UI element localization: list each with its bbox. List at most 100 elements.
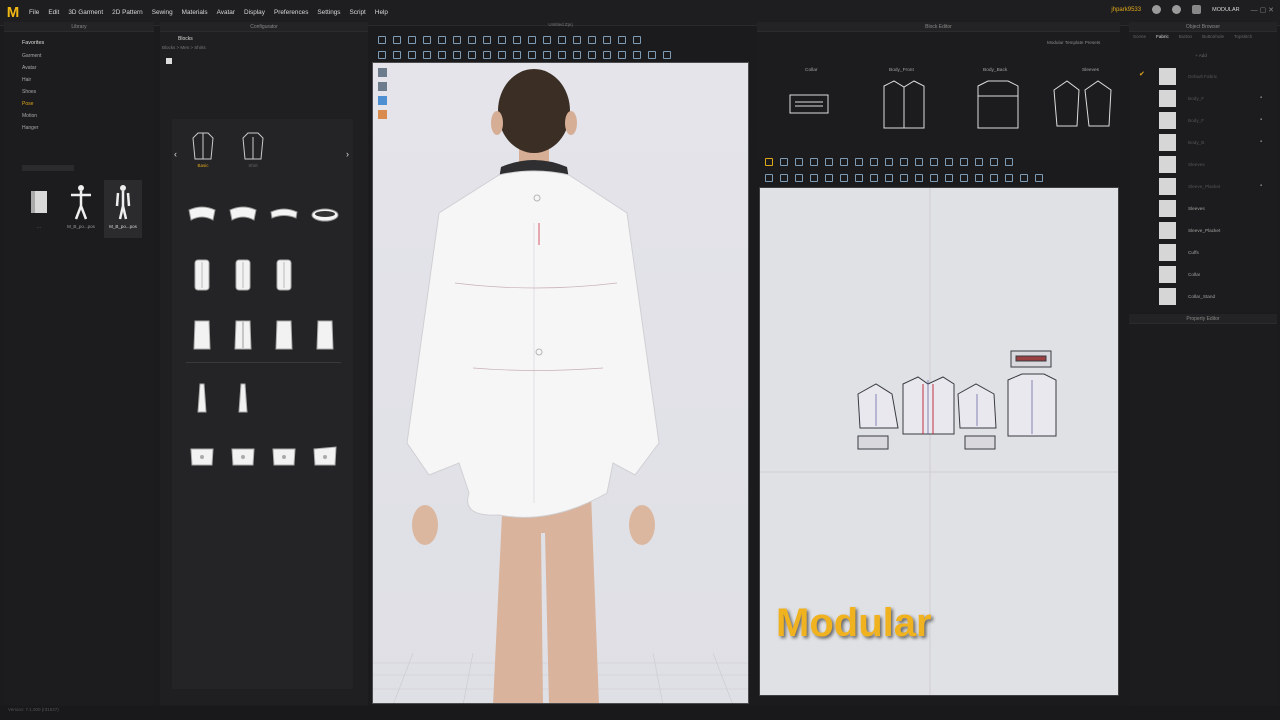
favorite-shoes[interactable]: Shoes <box>22 89 44 101</box>
add-fabric-button[interactable]: + Add <box>1195 53 1207 58</box>
fabric-item[interactable]: Sleeve_Placket ▪ <box>1159 177 1262 195</box>
favorite-hanger[interactable]: Hanger <box>22 125 44 137</box>
menu-sewing[interactable]: Sewing <box>152 9 173 16</box>
favorite-garment[interactable]: Garment <box>22 53 44 65</box>
tool-icon[interactable] <box>498 35 506 44</box>
cuff-option-3[interactable] <box>268 437 300 477</box>
tool-icon[interactable] <box>378 50 386 59</box>
pattern-tool-icon[interactable] <box>975 173 983 182</box>
pattern-tool-icon[interactable] <box>825 157 833 166</box>
trash-icon[interactable]: ▪ <box>1260 95 1262 101</box>
settings-icon[interactable] <box>1192 5 1202 14</box>
tool-icon[interactable] <box>513 35 521 44</box>
window-controls[interactable]: — ▢ ✕ <box>1251 6 1274 14</box>
collar-block-thumb[interactable] <box>787 92 831 116</box>
menu-edit[interactable]: Edit <box>48 9 59 16</box>
pattern-tool-icon[interactable] <box>825 173 833 182</box>
pattern-tool-icon[interactable] <box>1005 173 1013 182</box>
trash-icon[interactable]: ▪ <box>1260 117 1262 123</box>
pattern-tool-icon[interactable] <box>765 157 773 166</box>
back-option-3[interactable] <box>268 315 300 355</box>
pattern-tool-icon[interactable] <box>990 157 998 166</box>
help-icon[interactable] <box>1172 5 1182 14</box>
template-presets-button[interactable]: Modular Template Presets <box>1047 40 1100 45</box>
fabric-item[interactable]: Cuffs <box>1159 243 1248 261</box>
back-option-2[interactable] <box>227 315 259 355</box>
trash-icon[interactable]: ▪ <box>1260 139 1262 145</box>
tool-icon[interactable] <box>558 35 566 44</box>
library-thumb-pose-1[interactable]: M_B_po...pos <box>62 180 100 238</box>
tab-blocks[interactable]: Blocks <box>178 36 193 42</box>
pattern-tool-icon[interactable] <box>855 157 863 166</box>
pattern-tool-icon[interactable] <box>990 173 998 182</box>
tool-icon[interactable] <box>408 50 416 59</box>
tool-icon[interactable] <box>648 50 656 59</box>
front-option-3[interactable] <box>268 255 300 295</box>
front-option-1[interactable] <box>186 255 218 295</box>
body-back-block-thumb[interactable] <box>973 78 1023 132</box>
front-option-2[interactable] <box>227 255 259 295</box>
tool-icon[interactable] <box>408 35 416 44</box>
tool-icon[interactable] <box>453 35 461 44</box>
favorite-motion[interactable]: Motion <box>22 113 44 125</box>
pattern-tool-icon[interactable] <box>930 173 938 182</box>
library-thumb-pose-2[interactable]: M_B_po...pos <box>104 180 142 238</box>
pattern-tool-icon[interactable] <box>870 173 878 182</box>
pattern-tool-icon[interactable] <box>1005 157 1013 166</box>
menu-help[interactable]: Help <box>375 9 388 16</box>
pattern-tool-icon[interactable] <box>870 157 878 166</box>
trash-icon[interactable]: ▪ <box>1260 183 1262 189</box>
tool-icon[interactable] <box>528 50 536 59</box>
back-option-4[interactable] <box>309 315 341 355</box>
prev-arrow-icon[interactable]: ‹ <box>174 149 177 159</box>
fabric-item[interactable]: Sleeves <box>1159 155 1248 173</box>
pattern-tool-icon[interactable] <box>765 173 773 182</box>
fabric-item[interactable]: Sleeves <box>1159 199 1248 217</box>
fabric-item[interactable]: Default Fabric <box>1159 67 1248 85</box>
fabric-item[interactable]: Body_F ▪ <box>1159 111 1262 129</box>
tool-icon[interactable] <box>423 35 431 44</box>
tool-icon[interactable] <box>618 35 626 44</box>
pattern-tool-icon[interactable] <box>780 173 788 182</box>
tool-icon[interactable] <box>618 50 626 59</box>
pattern-tool-icon[interactable] <box>1020 173 1028 182</box>
pattern-tool-icon[interactable] <box>945 157 953 166</box>
pattern-tool-icon[interactable] <box>795 157 803 166</box>
library-thumb-folder[interactable]: ... <box>20 180 58 238</box>
tool-icon[interactable] <box>543 50 551 59</box>
tool-icon[interactable] <box>603 35 611 44</box>
pattern-tool-icon[interactable] <box>840 157 848 166</box>
pattern-tool-icon[interactable] <box>780 157 788 166</box>
pattern-tool-icon[interactable] <box>930 157 938 166</box>
fabric-item[interactable]: Body_F ▪ <box>1159 89 1262 107</box>
tool-icon[interactable] <box>588 50 596 59</box>
tool-icon[interactable] <box>528 35 536 44</box>
pattern-tool-icon[interactable] <box>960 173 968 182</box>
tool-icon[interactable] <box>453 50 461 59</box>
pattern-tool-icon[interactable] <box>900 157 908 166</box>
tool-icon[interactable] <box>633 35 641 44</box>
pattern-tool-icon[interactable] <box>915 157 923 166</box>
style-shirt[interactable]: Shirt <box>242 131 264 177</box>
pattern-tool-icon[interactable] <box>960 157 968 166</box>
tab-fabric[interactable]: Fabric <box>1156 34 1169 39</box>
pattern-tool-icon[interactable] <box>840 173 848 182</box>
sleeves-block-thumb[interactable] <box>1049 78 1119 132</box>
tool-icon[interactable] <box>543 35 551 44</box>
pattern-tool-icon[interactable] <box>975 157 983 166</box>
pattern-tool-icon[interactable] <box>810 173 818 182</box>
cuff-option-2[interactable] <box>227 437 259 477</box>
cloud-icon[interactable] <box>1152 5 1162 14</box>
tool-icon[interactable] <box>393 35 401 44</box>
tool-icon[interactable] <box>498 50 506 59</box>
fabric-item[interactable]: Collar_Stand <box>1159 287 1248 305</box>
tool-icon[interactable] <box>468 35 476 44</box>
tool-icon[interactable] <box>393 50 401 59</box>
menu-3d-garment[interactable]: 3D Garment <box>68 9 103 16</box>
cuff-option-1[interactable] <box>186 437 218 477</box>
user-name[interactable]: jhpark9533 <box>1111 7 1141 13</box>
menu-avatar[interactable]: Avatar <box>217 9 235 16</box>
tab-scene[interactable]: Scene <box>1133 34 1146 39</box>
tool-icon[interactable] <box>663 50 671 59</box>
tool-icon[interactable] <box>573 35 581 44</box>
